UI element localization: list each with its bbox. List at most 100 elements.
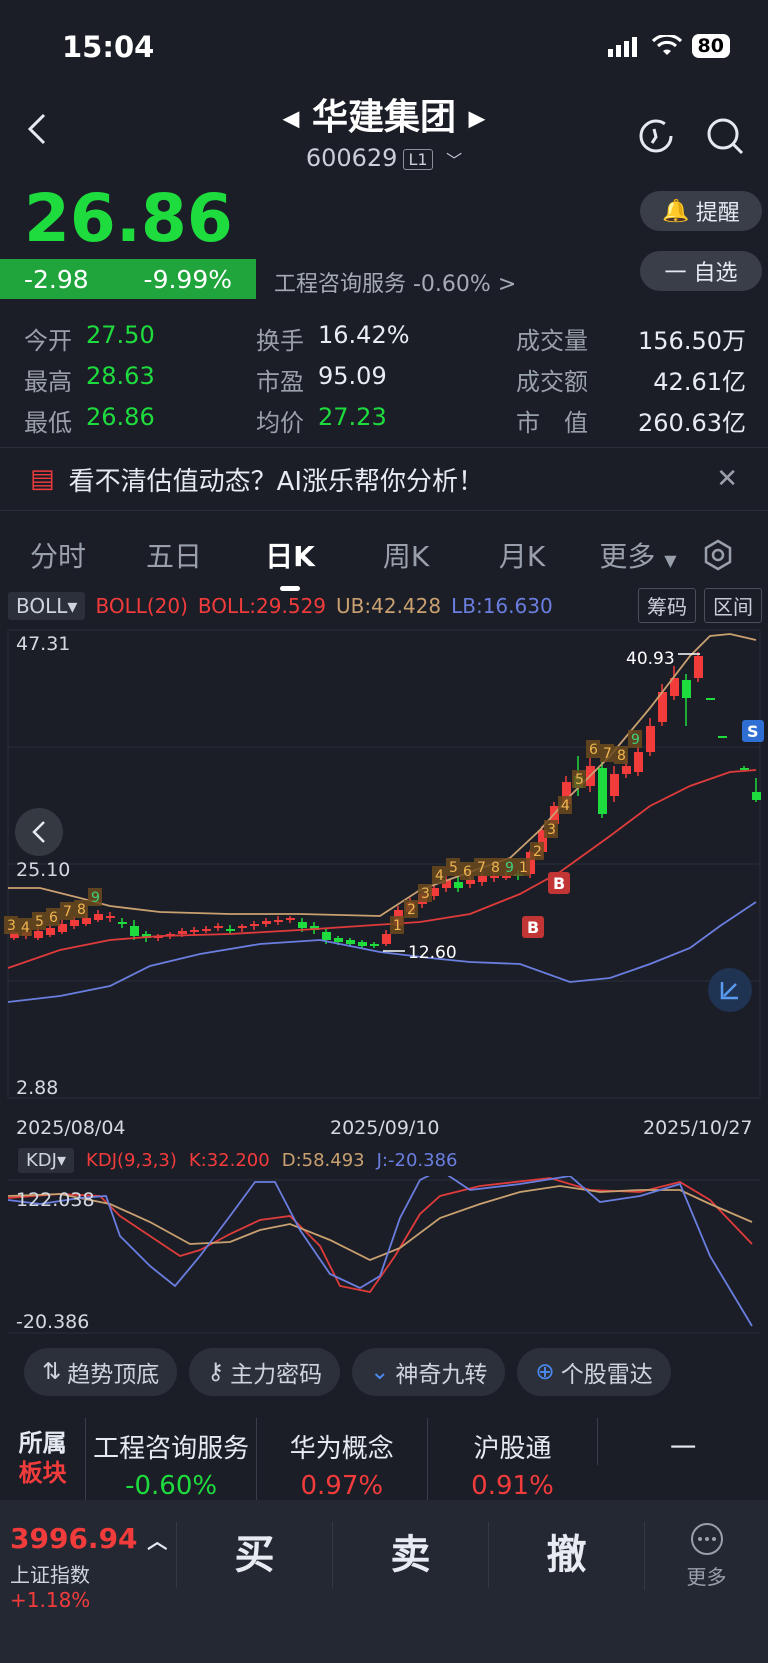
search-icon[interactable] [706, 117, 746, 157]
chevron-down-icon[interactable]: ﹀ [446, 151, 462, 170]
nine-turn-number: 8 [491, 860, 500, 876]
stat-label: 成交额 [516, 368, 588, 396]
candle-up [178, 931, 187, 934]
prev-stock-icon[interactable]: ◀ [283, 107, 300, 132]
cancel-order-button[interactable]: 撤 [488, 1522, 644, 1588]
tab-weekly-k[interactable]: 周K [348, 535, 464, 575]
candle-up [466, 880, 475, 884]
nine-turn-number: 5 [449, 860, 458, 876]
x-label-end: 2025/10/27 [643, 1117, 753, 1139]
candle-down [454, 882, 463, 888]
tab-five-day[interactable]: 五日 [116, 535, 232, 575]
bottom-bar: 3996.94 ︿ 上证指数 +1.18% 买 卖 撤 更多 [0, 1500, 768, 1663]
kdj-select[interactable]: KDJ▾ [18, 1148, 75, 1173]
sector-item[interactable]: 工程咨询服务 -0.60% [85, 1418, 256, 1500]
candle-up [262, 921, 271, 924]
sector-label: 所属 板块 [0, 1418, 85, 1488]
alert-button[interactable]: 🔔 提醒 [640, 191, 762, 231]
sector-item-partial[interactable]: 一 [597, 1418, 768, 1465]
candle-up [646, 726, 655, 752]
refresh-icon[interactable] [637, 117, 675, 155]
magic-nine-button[interactable]: ⌄ 神奇九转 [352, 1348, 506, 1396]
tab-daily-k[interactable]: 日K [232, 535, 348, 591]
tool-buttons: ⇅ 趋势顶底 ⚷ 主力密码 ⌄ 神奇九转 ⊕ 个股雷达 [24, 1348, 764, 1396]
high-annotation: 40.93 [626, 649, 675, 669]
stat-label: 均价 [256, 409, 304, 437]
next-stock-icon[interactable]: ▶ [469, 107, 486, 132]
more-button[interactable]: 更多 [644, 1522, 768, 1590]
candle-down [322, 932, 331, 940]
trend-top-bottom-button[interactable]: ⇅ 趋势顶底 [24, 1348, 178, 1396]
stat-label: 最高 [24, 368, 72, 396]
candle-up [82, 918, 91, 924]
sector-item[interactable]: 华为概念 0.97% [255, 1418, 427, 1500]
close-icon[interactable]: ✕ [716, 464, 738, 494]
sector-link[interactable]: 工程咨询服务 -0.60% > [274, 266, 516, 298]
stat-value: 26.86 [86, 403, 155, 431]
buy-button[interactable]: 买 [176, 1522, 332, 1588]
ub-value: UB:42.428 [336, 594, 442, 618]
sector-label-2: 板块 [18, 1459, 67, 1487]
kdj-chart[interactable]: 122.038 -20.386 [0, 1176, 768, 1336]
range-button[interactable]: 区间 [704, 588, 762, 623]
tab-monthly-k[interactable]: 月K [464, 535, 580, 575]
caret-up-icon: ︿ [147, 1529, 168, 1553]
stat-label: 换手 [256, 327, 304, 355]
candle-up [502, 876, 511, 878]
sector-pct: 0.91% [471, 1471, 554, 1500]
sector-name-partial: 一 [670, 1434, 697, 1464]
low-annotation: 12.60 [408, 943, 457, 963]
index-name: 上证指数 [10, 1563, 90, 1587]
stat-label: 市 值 [516, 409, 588, 437]
tab-intraday[interactable]: 分时 [0, 535, 116, 575]
status-icons: 80 [607, 34, 730, 58]
tab-more[interactable]: 更多 ▼ [580, 535, 696, 575]
candle-down [298, 922, 307, 928]
stats-row: 今开 27.50 换手 16.42% 成交量 156.50万 [24, 318, 754, 359]
stat-value: 42.61亿 [653, 368, 746, 396]
buy-marker-1: B [548, 872, 570, 894]
main-force-code-button[interactable]: ⚷ 主力密码 [189, 1348, 341, 1396]
candle-down [682, 680, 691, 698]
stat-label: 市盈 [256, 368, 304, 396]
kline-chart[interactable]: 3 4 5 6 7 891234 5 6 7 8 9 123456 7 89 47.31 25.10 2.… [0, 626, 768, 1144]
nine-turn-number: 4 [435, 868, 444, 884]
candle-up [634, 752, 643, 772]
nine-turn-number: 6 [463, 864, 472, 880]
svg-text:B: B [553, 874, 565, 893]
nine-turn-number: 6 [589, 742, 598, 758]
candle-up [94, 914, 103, 920]
stat-value: 95.09 [318, 362, 387, 390]
nine-turn-number: 5 [35, 914, 44, 930]
settings-icon[interactable] [702, 539, 734, 571]
svg-text:B: B [527, 918, 539, 937]
svg-text:S: S [747, 722, 759, 741]
indicator-select[interactable]: BOLL▾ [8, 592, 86, 620]
kdj-y-min: -20.386 [16, 1311, 89, 1333]
kdj-j-value: J:-20.386 [376, 1150, 458, 1171]
fullscreen-button[interactable] [708, 968, 752, 1012]
candle-down [334, 938, 343, 942]
candle-up [490, 876, 499, 878]
chips-button[interactable]: 筹码 [638, 588, 696, 623]
nine-turn-number: 9 [505, 860, 514, 876]
index-widget[interactable]: 3996.94 ︿ 上证指数 +1.18% [0, 1522, 176, 1612]
nine-turn-number: 4 [561, 798, 570, 814]
wifi-icon [651, 35, 682, 55]
candle-up [478, 876, 487, 882]
buy-marker-2: B [522, 916, 544, 938]
nine-turn-number: 3 [7, 918, 16, 934]
sell-button[interactable]: 卖 [332, 1522, 488, 1588]
candle-up [214, 926, 223, 928]
stat-value: 28.63 [86, 362, 155, 390]
candles [10, 652, 761, 948]
ai-banner[interactable]: ▤ 看不清估值动态？AI涨乐帮你分析！ ✕ [0, 447, 768, 511]
sector-name: 沪股通 [473, 1434, 552, 1464]
chart-grid [7, 629, 761, 1099]
kdj-k-value: K:32.200 [188, 1150, 270, 1171]
radar-icon: ⊕ [535, 1359, 555, 1385]
stock-radar-button[interactable]: ⊕ 个股雷达 [517, 1348, 671, 1396]
sector-item[interactable]: 沪股通 0.91% [426, 1418, 598, 1500]
scroll-left-button[interactable] [15, 808, 63, 856]
watchlist-button[interactable]: 一 自选 [640, 251, 762, 291]
